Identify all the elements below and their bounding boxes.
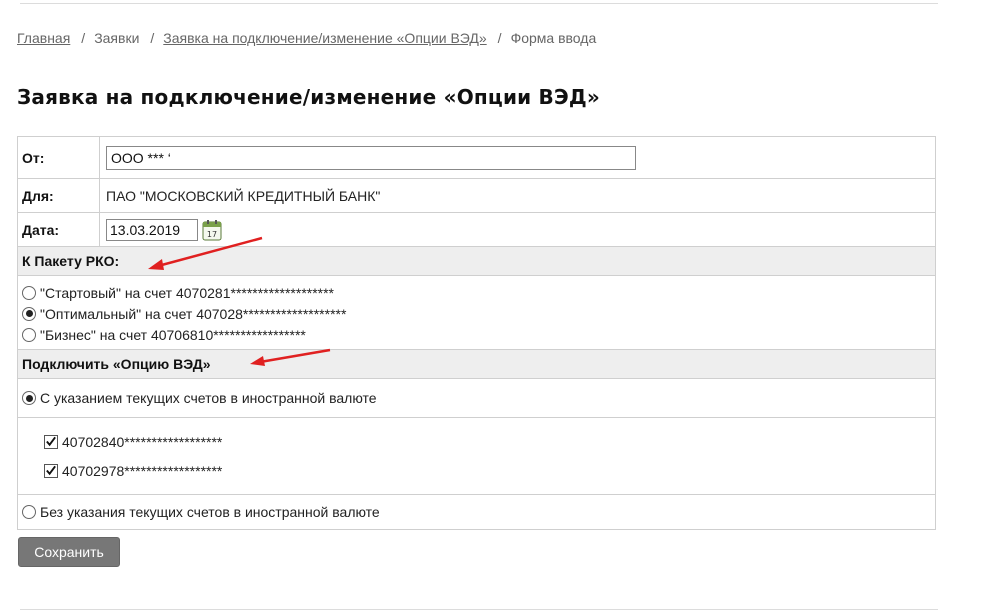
from-cell — [99, 136, 936, 179]
top-divider — [20, 3, 938, 4]
radio-ved-without-accounts[interactable] — [22, 505, 36, 519]
date-row: Дата: 17 — [17, 212, 936, 247]
breadcrumb-separator: / — [150, 30, 155, 46]
for-label: Для: — [17, 178, 100, 213]
breadcrumb-current: Форма ввода — [510, 30, 597, 46]
breadcrumb-connect-ved-link[interactable]: Заявка на подключение/изменение «Опции В… — [163, 30, 486, 46]
for-row: Для: ПАО "МОСКОВСКИЙ КРЕДИТНЫЙ БАНК" — [17, 178, 936, 213]
account-number: 40702978****************** — [62, 462, 223, 479]
radio-optimal[interactable] — [22, 306, 36, 321]
account-item[interactable]: 40702840****************** — [44, 427, 935, 456]
rko-option-optimal[interactable]: "Оптимальный" на счет 407028************… — [22, 303, 931, 324]
rko-option-label: "Оптимальный" на счет 407028************… — [40, 305, 347, 322]
page-title: Заявка на подключение/изменение «Опции В… — [17, 85, 600, 109]
ved-with-accounts-option[interactable]: С указанием текущих счетов в иностранной… — [18, 379, 935, 417]
ved-without-accounts-label: Без указания текущих счетов в иностранно… — [40, 504, 380, 520]
ved-with-accounts-row: С указанием текущих счетов в иностранной… — [17, 378, 936, 418]
breadcrumb-separator: / — [497, 30, 502, 46]
rko-option-label: "Бизнес" на счет 40706810***************… — [40, 326, 306, 343]
rko-option-label: "Стартовый" на счет 4070281*************… — [40, 284, 335, 301]
from-field[interactable] — [106, 145, 636, 170]
breadcrumb-separator: / — [81, 30, 86, 46]
accounts-row: 40702840****************** 40702978*****… — [17, 417, 936, 495]
ved-without-accounts-row: Без указания текущих счетов в иностранно… — [17, 494, 936, 530]
date-label: Дата: — [17, 212, 100, 247]
breadcrumb: Главная / Заявки / Заявка на подключение/изм… — [17, 30, 596, 46]
radio-ved-with-accounts[interactable] — [22, 391, 36, 405]
accounts-list: 40702840****************** 40702978*****… — [17, 417, 936, 495]
svg-text:17: 17 — [207, 230, 217, 239]
breadcrumb-home-link[interactable]: Главная — [17, 30, 70, 46]
save-button[interactable]: Сохранить — [18, 537, 120, 567]
ved-with-accounts-label: С указанием текущих счетов в иностранной… — [40, 390, 377, 406]
from-row: От: — [17, 136, 936, 179]
radio-start[interactable] — [22, 285, 36, 300]
rko-option-business[interactable]: "Бизнес" на счет 40706810***************… — [22, 324, 931, 345]
ved-header-label: Подключить «Опцию ВЭД» — [17, 349, 936, 379]
date-cell: 17 — [99, 212, 936, 247]
ved-section-header: Подключить «Опцию ВЭД» — [17, 349, 936, 379]
calendar-icon[interactable]: 17 — [202, 219, 222, 241]
ved-without-accounts-option[interactable]: Без указания текущих счетов в иностранно… — [18, 495, 935, 529]
rko-options-row: "Стартовый" на счет 4070281*************… — [17, 275, 936, 350]
from-label: От: — [17, 136, 100, 179]
date-field[interactable] — [106, 218, 198, 241]
rko-option-start[interactable]: "Стартовый" на счет 4070281*************… — [22, 282, 931, 303]
request-form: От: Для: ПАО "МОСКОВСКИЙ КРЕДИТНЫЙ БАНК"… — [17, 136, 936, 530]
bottom-divider — [20, 609, 938, 610]
account-number: 40702840****************** — [62, 433, 223, 450]
account-item[interactable]: 40702978****************** — [44, 456, 935, 485]
ved-with-accounts-cell: С указанием текущих счетов в иностранной… — [17, 378, 936, 418]
rko-options: "Стартовый" на счет 4070281*************… — [17, 275, 936, 350]
account-checkbox[interactable] — [44, 463, 58, 478]
for-value: ПАО "МОСКОВСКИЙ КРЕДИТНЫЙ БАНК" — [99, 178, 936, 213]
breadcrumb-requests: Заявки — [94, 30, 140, 46]
rko-header-label: К Пакету РКО: — [17, 246, 936, 276]
ved-without-accounts-cell: Без указания текущих счетов в иностранно… — [17, 494, 936, 530]
account-checkbox[interactable] — [44, 434, 58, 449]
rko-section-header: К Пакету РКО: — [17, 246, 936, 276]
radio-business[interactable] — [22, 327, 36, 342]
